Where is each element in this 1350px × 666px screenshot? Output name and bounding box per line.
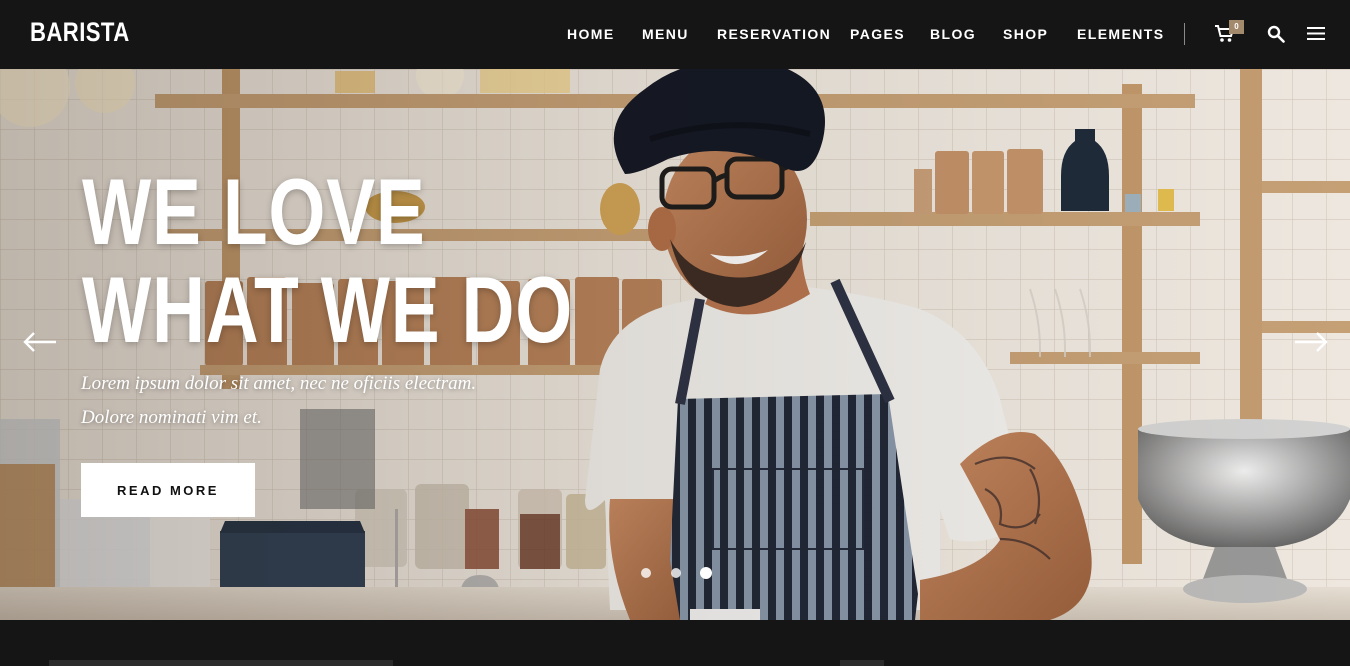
- site-header: BARISTA HOME MENU RESERVATION PAGES BLOG…: [0, 0, 1350, 69]
- slider-dot-2[interactable]: [671, 568, 681, 578]
- nav-divider: [1184, 23, 1185, 45]
- hero-title-line-2: WHAT WE DO: [82, 257, 574, 362]
- nav-item-reservation[interactable]: RESERVATION: [717, 26, 831, 42]
- hero-subtitle-line-1: Lorem ipsum dolor sit amet, nec ne ofici…: [81, 373, 477, 394]
- next-slide-arrow-icon[interactable]: [1294, 331, 1328, 353]
- nav-item-elements[interactable]: ELEMENTS: [1077, 26, 1164, 42]
- site-logo[interactable]: BARISTA: [30, 17, 130, 48]
- menu-icon[interactable]: [1307, 26, 1325, 41]
- hero-title-line-1: WE LOVE: [82, 159, 426, 264]
- read-more-button[interactable]: READ MORE: [81, 463, 255, 517]
- hero-title: WE LOVE WHAT WE DO: [82, 163, 573, 359]
- hero-subtitle: Lorem ipsum dolor sit amet, nec ne ofici…: [81, 367, 601, 435]
- previous-slide-arrow-icon[interactable]: [23, 331, 57, 353]
- cart-count-badge: 0: [1229, 20, 1244, 34]
- nav-item-blog[interactable]: BLOG: [930, 26, 976, 42]
- nav-item-menu[interactable]: MENU: [642, 26, 689, 42]
- nav-item-home[interactable]: HOME: [567, 26, 615, 42]
- slider-dot-1[interactable]: [641, 568, 651, 578]
- search-icon[interactable]: [1267, 25, 1285, 43]
- hero-subtitle-line-2: Dolore nominati vim et.: [81, 407, 262, 428]
- next-section-strip: [0, 620, 1350, 666]
- slider-dot-3-active[interactable]: [700, 567, 712, 579]
- nav-item-shop[interactable]: SHOP: [1003, 26, 1048, 42]
- hero-slider: WE LOVE WHAT WE DO Lorem ipsum dolor sit…: [0, 69, 1350, 620]
- section-bar: [840, 660, 884, 666]
- section-bar: [49, 660, 393, 666]
- nav-item-pages[interactable]: PAGES: [850, 26, 905, 42]
